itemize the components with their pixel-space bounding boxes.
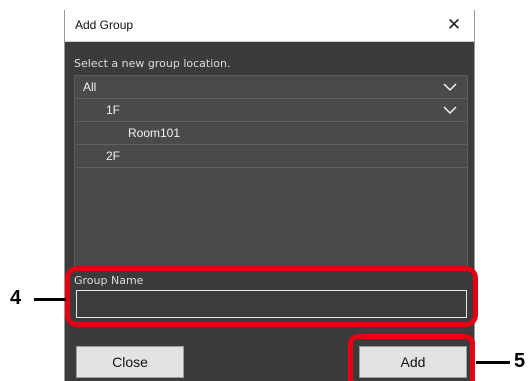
chevron-down-icon[interactable] xyxy=(443,104,457,116)
tree-item-label: 2F xyxy=(106,149,121,163)
close-icon[interactable]: ✕ xyxy=(442,13,466,37)
tree-item-label: Room101 xyxy=(128,126,181,140)
tree-item-label: 1F xyxy=(106,103,121,117)
callout-number-5: 5 xyxy=(514,350,526,372)
chevron-down-icon[interactable] xyxy=(443,81,457,93)
tree-item-room101[interactable]: Room101 xyxy=(75,122,467,145)
tree-item-all[interactable]: All xyxy=(75,76,467,99)
tree-item-2f[interactable]: 2F xyxy=(75,145,467,168)
location-prompt: Select a new group location. xyxy=(74,57,231,70)
tree-item-label: All xyxy=(83,80,97,94)
add-button-highlight xyxy=(348,334,475,381)
group-location-tree[interactable]: All 1F Room101 2F xyxy=(74,75,468,268)
callout-line-5 xyxy=(476,361,510,364)
callout-number-4: 4 xyxy=(10,287,22,309)
screenshot-stage: Add Group ✕ Select a new group location.… xyxy=(0,0,531,381)
close-button[interactable]: Close xyxy=(76,346,184,378)
callout-line-4 xyxy=(34,298,66,301)
dialog-title: Add Group xyxy=(75,18,134,32)
tree-item-1f[interactable]: 1F xyxy=(75,99,467,122)
group-name-highlight xyxy=(65,266,478,327)
title-bar: Add Group ✕ xyxy=(65,10,474,42)
